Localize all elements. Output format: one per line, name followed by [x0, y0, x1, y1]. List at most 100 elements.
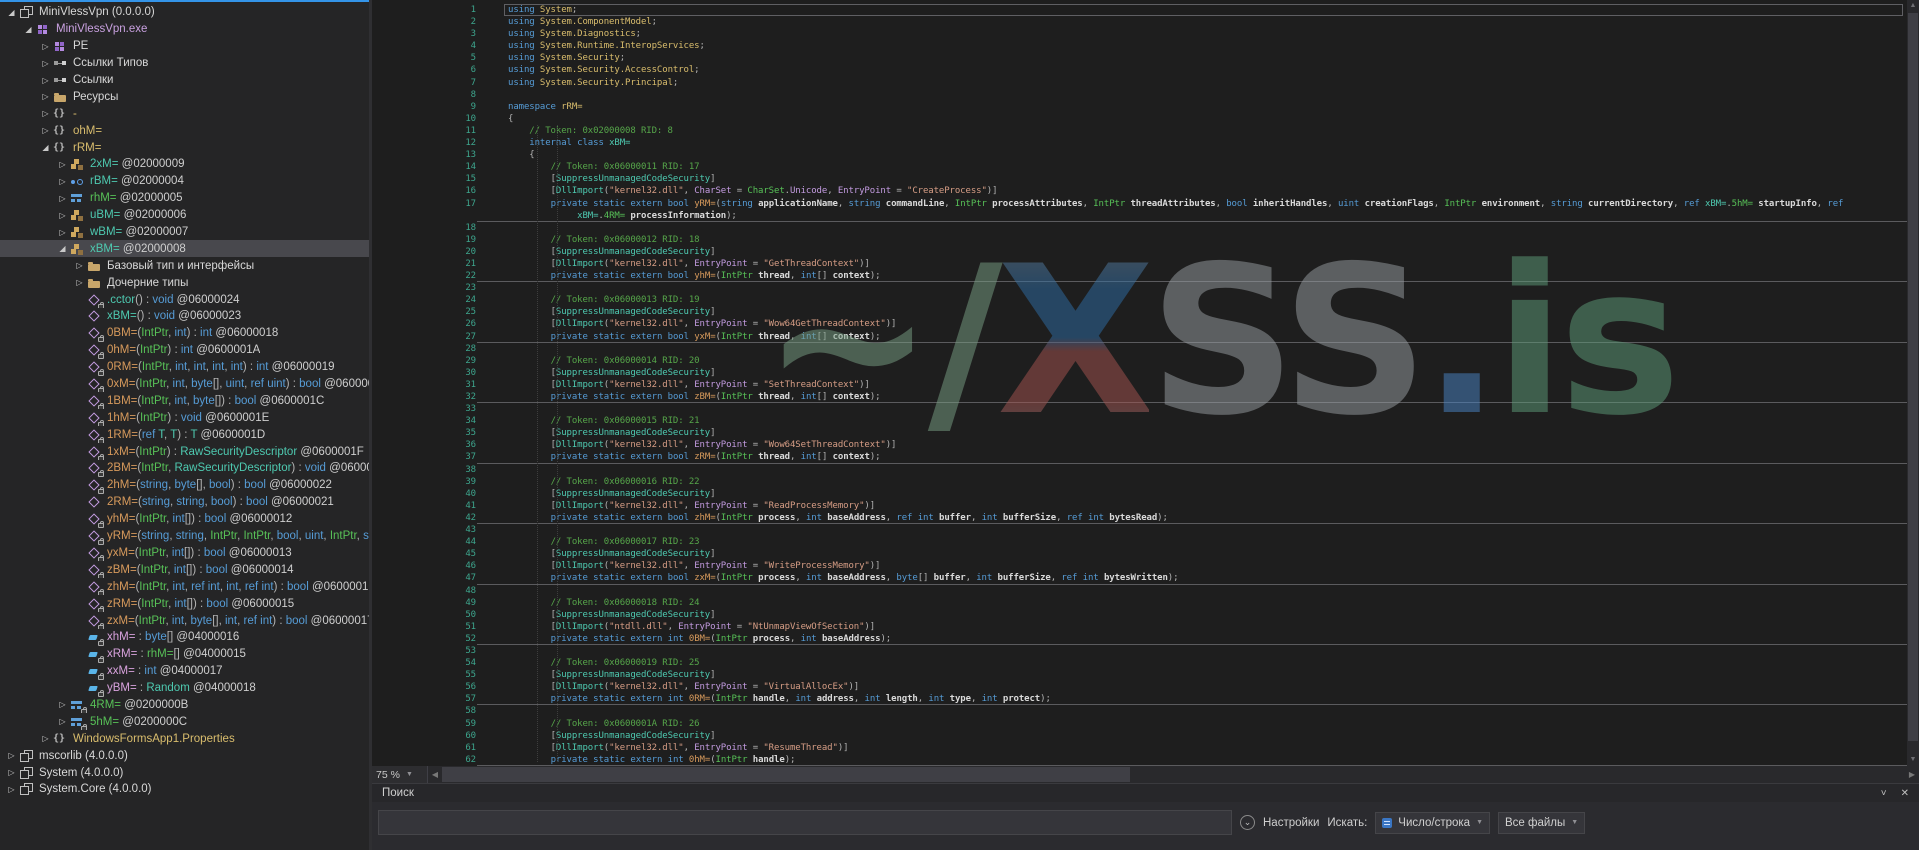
code-line[interactable]: 62 private static extern int 0hM=(IntPtr… [372, 754, 1907, 766]
zoom-level-combo[interactable]: 75 % ▼ [372, 766, 428, 783]
code-line[interactable]: 25 [SuppressUnmanagedCodeSecurity] [372, 306, 1907, 318]
expander-icon[interactable]: ▷ [55, 194, 70, 203]
code-line[interactable]: 57 private static extern int 0RM=(IntPtr… [372, 693, 1907, 706]
tree-item[interactable]: ▷ Ресурсы [0, 88, 369, 105]
code-line[interactable]: 59 // Token: 0x0600001A RID: 26 [372, 718, 1907, 730]
code-line[interactable]: 8 [372, 89, 1907, 101]
code-line[interactable]: 51 [DllImport("ntdll.dll", EntryPoint = … [372, 621, 1907, 633]
vertical-scrollbar-thumb[interactable] [1908, 13, 1918, 741]
code-line[interactable]: 20 [SuppressUnmanagedCodeSecurity] [372, 246, 1907, 258]
code-line[interactable]: 27 private static extern bool yxM=(IntPt… [372, 331, 1907, 343]
code-line[interactable]: 24 // Token: 0x06000013 RID: 19 [372, 294, 1907, 306]
search-mode-combo[interactable]: Число/строка ▼ [1375, 811, 1490, 834]
code-line[interactable]: 29 // Token: 0x06000014 RID: 20 [372, 355, 1907, 367]
code-line[interactable]: 31 [DllImport("kernel32.dll", EntryPoint… [372, 379, 1907, 391]
code-line[interactable]: 61 [DllImport("kernel32.dll", EntryPoint… [372, 742, 1907, 754]
code-line[interactable]: 42 private static extern bool zhM=(IntPt… [372, 512, 1907, 525]
expander-icon[interactable]: ▷ [55, 211, 70, 220]
expander-icon[interactable]: ▷ [55, 160, 70, 169]
code-line[interactable]: 10 { [372, 113, 1907, 125]
close-icon[interactable]: ✕ [1901, 788, 1909, 799]
code-line[interactable]: 32 private static extern bool zBM=(IntPt… [372, 391, 1907, 404]
expander-icon[interactable]: ◢ [21, 25, 36, 34]
code-line[interactable]: 60 [SuppressUnmanagedCodeSecurity] [372, 730, 1907, 742]
tree-item[interactable]: xhM= : byte[] @04000016 [0, 629, 369, 646]
scroll-right-arrow-icon[interactable]: ▶ [1905, 766, 1919, 783]
code-line[interactable]: 40 [SuppressUnmanagedCodeSecurity] [372, 488, 1907, 500]
tree-item[interactable]: 0BM=(IntPtr, int) : int @06000018 [0, 325, 369, 342]
expander-icon[interactable]: ◢ [55, 244, 70, 253]
code-line[interactable]: 5 using System.Security; [372, 52, 1907, 64]
expander-icon[interactable]: ▷ [55, 717, 70, 726]
expander-icon[interactable]: ▷ [38, 42, 53, 51]
code-line[interactable]: 56 [DllImport("kernel32.dll", EntryPoint… [372, 681, 1907, 693]
tree-item[interactable]: 1hM=(IntPtr) : void @0600001E [0, 409, 369, 427]
tree-item[interactable]: ▷ Дочерние типы [0, 274, 369, 291]
vertical-scrollbar[interactable]: ▲ ▼ [1907, 0, 1919, 766]
code-line[interactable]: 53 [372, 645, 1907, 657]
code-line[interactable]: 55 [SuppressUnmanagedCodeSecurity] [372, 669, 1907, 681]
code-line[interactable]: 58 [372, 705, 1907, 717]
code-line[interactable]: 14 // Token: 0x06000011 RID: 17 [372, 161, 1907, 173]
tree-item[interactable]: ▷ WindowsFormsApp1.Properties [0, 730, 369, 747]
code-line[interactable]: 48 [372, 585, 1907, 597]
tree-item[interactable]: yhM=(IntPtr, int[]) : bool @06000012 [0, 511, 369, 528]
tree-item[interactable]: xxM= : int @04000017 [0, 663, 369, 680]
code-line[interactable]: 44 // Token: 0x06000017 RID: 23 [372, 536, 1907, 548]
code-line[interactable]: 50 [SuppressUnmanagedCodeSecurity] [372, 609, 1907, 621]
code-line[interactable]: 46 [DllImport("kernel32.dll", EntryPoint… [372, 560, 1907, 572]
code-line[interactable]: 28 [372, 343, 1907, 355]
code-line[interactable]: 21 [DllImport("kernel32.dll", EntryPoint… [372, 258, 1907, 270]
tree-item[interactable]: ▷ mscorlib (4.0.0.0) [0, 747, 369, 764]
expander-icon[interactable]: ▷ [38, 109, 53, 118]
tree-item[interactable]: ◢ rRM= [0, 139, 369, 156]
code-line[interactable]: xBM=.4RM= processInformation); [372, 210, 1907, 222]
code-line[interactable]: 26 [DllImport("kernel32.dll", EntryPoint… [372, 318, 1907, 330]
code-line[interactable]: 2 using System.ComponentModel; [372, 16, 1907, 28]
tree-item[interactable]: .cctor() : void @06000024 [0, 291, 369, 309]
tree-item[interactable]: 2hM=(string, byte[], bool) : bool @06000… [0, 477, 369, 494]
code-line[interactable]: 41 [DllImport("kernel32.dll", EntryPoint… [372, 500, 1907, 512]
settings-label[interactable]: Настройки [1263, 817, 1319, 829]
search-scope-combo[interactable]: Все файлы ▼ [1498, 811, 1586, 834]
expander-icon[interactable]: ▷ [72, 278, 87, 287]
code-line[interactable]: 18 [372, 222, 1907, 234]
code-line[interactable]: 22 private static extern bool yhM=(IntPt… [372, 270, 1907, 283]
code-lines[interactable]: 1 using System; 2 using System.ComponentMod… [372, 4, 1907, 766]
expander-icon[interactable]: ▷ [38, 92, 53, 101]
expander-icon[interactable]: ▷ [4, 785, 19, 794]
expander-icon[interactable]: ▷ [55, 228, 70, 237]
tree-item[interactable]: ◢ MiniVlessVpn.exe [0, 21, 369, 38]
code-line[interactable]: 1 using System; [372, 4, 1907, 17]
code-line[interactable]: 3 using System.Diagnostics; [372, 28, 1907, 40]
code-line[interactable]: 45 [SuppressUnmanagedCodeSecurity] [372, 548, 1907, 560]
tree-item[interactable]: xBM=() : void @06000023 [0, 308, 369, 325]
expander-icon[interactable]: ▷ [4, 751, 19, 760]
tree-item[interactable]: ▷ 4RM= @0200000B [0, 697, 369, 714]
tree-item[interactable]: ▷ 5hM= @0200000C [0, 713, 369, 731]
tree-item[interactable]: ▷ wBM= @02000007 [0, 224, 369, 241]
tree-item[interactable]: ▷ ohM= [0, 122, 369, 139]
tree-item[interactable]: xRM= : rhM=[] @04000015 [0, 646, 369, 663]
code-line[interactable]: 35 [SuppressUnmanagedCodeSecurity] [372, 427, 1907, 439]
code-line[interactable]: 43 [372, 524, 1907, 536]
code-line[interactable]: 36 [DllImport("kernel32.dll", EntryPoint… [372, 439, 1907, 451]
tree-item[interactable]: ▷- [0, 105, 369, 122]
code-line[interactable]: 13 { [372, 149, 1907, 161]
tree-item[interactable]: 2RM=(string, string, bool) : bool @06000… [0, 494, 369, 511]
tree-item[interactable]: zRM=(IntPtr, int[]) : bool @06000015 [0, 595, 369, 613]
scroll-left-arrow-icon[interactable]: ◀ [428, 766, 442, 783]
expander-icon[interactable]: ◢ [38, 143, 53, 152]
tree-item[interactable]: ▷ PE [0, 38, 369, 55]
code-line[interactable]: 12 internal class xBM= [372, 137, 1907, 149]
tree-item[interactable]: ▷ uBM= @02000006 [0, 207, 369, 224]
code-line[interactable]: 49 // Token: 0x06000018 RID: 24 [372, 597, 1907, 609]
expander-icon[interactable]: ▷ [38, 126, 53, 135]
tree-item[interactable]: ◢ MiniVlessVpn (0.0.0.0) [0, 4, 369, 21]
expander-icon[interactable]: ▷ [38, 76, 53, 85]
code-line[interactable]: 19 // Token: 0x06000012 RID: 18 [372, 234, 1907, 246]
tree-item[interactable]: 0RM=(IntPtr, int, int, int, int) : int @… [0, 359, 369, 376]
horizontal-scrollbar[interactable] [442, 766, 1905, 783]
expander-icon[interactable]: ▷ [4, 768, 19, 777]
tree-item[interactable]: zxM=(IntPtr, int, byte[], int, ref int) … [0, 612, 369, 629]
